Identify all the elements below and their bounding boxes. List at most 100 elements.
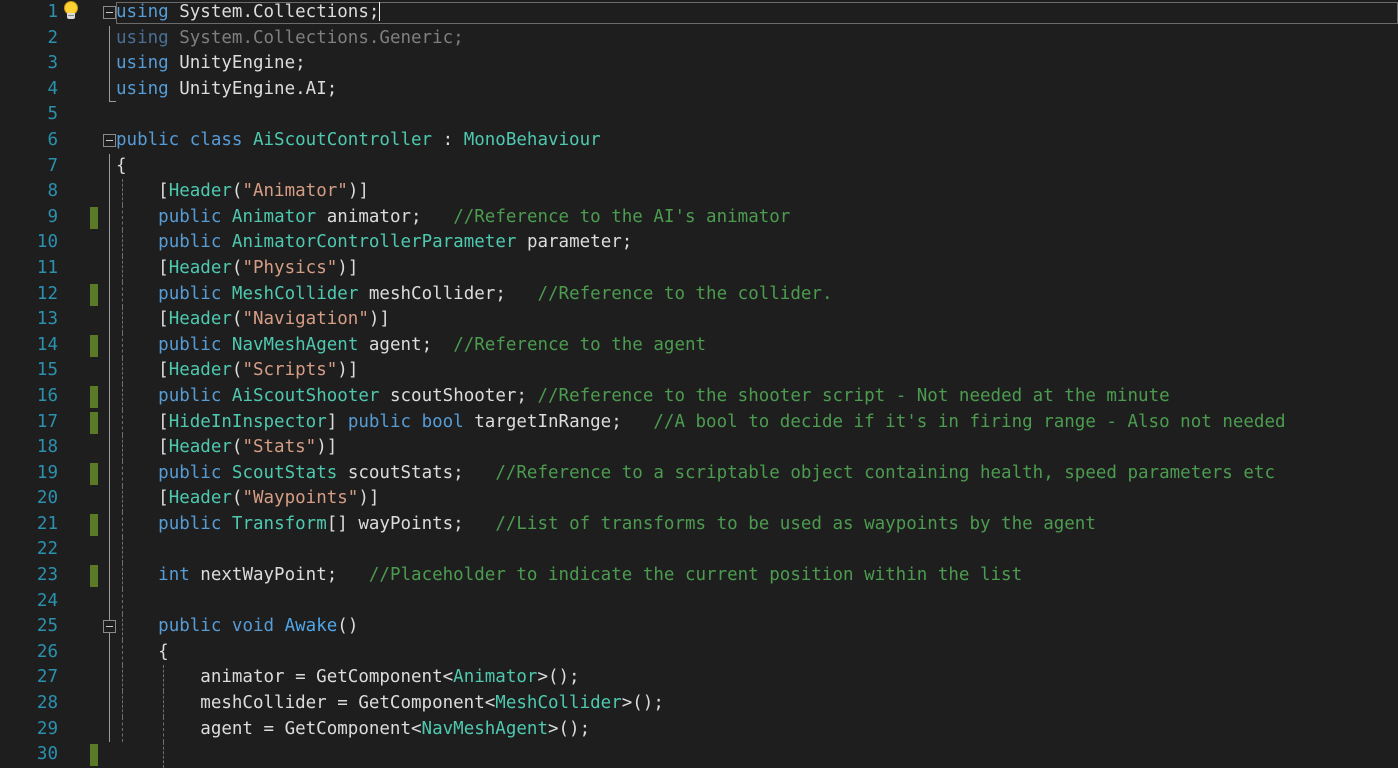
code-line[interactable]: 15 [Header("Scripts")] bbox=[0, 358, 1398, 384]
line-number: 5 bbox=[47, 104, 58, 125]
code-line[interactable]: 12 public MeshCollider meshCollider; //R… bbox=[0, 281, 1398, 308]
lightbulb-icon[interactable] bbox=[62, 2, 80, 23]
code-line[interactable]: 2 using System.Collections.Generic; bbox=[0, 25, 1398, 52]
code-line[interactable]: 5 bbox=[0, 102, 1398, 128]
code-text[interactable]: public AiScoutShooter scoutShooter; //Re… bbox=[116, 384, 1170, 410]
code-text[interactable]: [HideInInspector] public bool targetInRa… bbox=[116, 410, 1285, 436]
token-id bbox=[116, 565, 158, 585]
code-line[interactable]: 10 public AnimatorControllerParameter pa… bbox=[0, 230, 1398, 256]
code-editor[interactable]: 1 using System.Collections; 2 using System.… bbox=[0, 0, 1398, 768]
token-punct: [ bbox=[116, 257, 169, 278]
code-text[interactable]: using System.Collections; bbox=[116, 0, 381, 26]
code-line[interactable]: 9 public Animator animator; //Reference … bbox=[0, 204, 1398, 231]
code-line[interactable]: 6 public class AiScoutController : MonoBe… bbox=[0, 128, 1398, 154]
token-id: >(); bbox=[547, 718, 591, 739]
fold-scope-line bbox=[109, 25, 110, 52]
token-type: Header bbox=[168, 488, 232, 509]
token-type: Header bbox=[168, 257, 232, 278]
code-line[interactable]: 21 public Transform[] wayPoints; //List … bbox=[0, 511, 1398, 538]
token-kw: using bbox=[116, 2, 169, 22]
fold-scope-line bbox=[109, 383, 110, 410]
fold-scope-line bbox=[109, 204, 110, 231]
token-punct: )] bbox=[337, 360, 359, 381]
token-punct: [ bbox=[116, 181, 169, 202]
code-line[interactable]: 14 public NavMeshAgent agent; //Referenc… bbox=[0, 332, 1398, 359]
token-type: Header bbox=[168, 309, 232, 330]
code-line[interactable]: 29 agent = GetComponent<NavMeshAgent>(); bbox=[0, 716, 1398, 743]
fold-scope-line bbox=[109, 460, 110, 487]
line-number: 10 bbox=[36, 232, 58, 253]
collapse-minus-icon[interactable] bbox=[103, 620, 116, 634]
code-text[interactable]: agent = GetComponent<NavMeshAgent>(); bbox=[116, 717, 590, 743]
code-line[interactable]: 4 using UnityEngine.AI; bbox=[0, 76, 1398, 103]
token-type: Transform bbox=[231, 513, 327, 534]
fold-scope-line bbox=[109, 563, 110, 589]
token-id: animator = GetComponent< bbox=[116, 667, 454, 688]
code-text[interactable]: using System.Collections.Generic; bbox=[116, 26, 464, 52]
code-text[interactable]: int nextWayPoint; //Placeholder to indic… bbox=[116, 563, 1022, 589]
code-text[interactable]: [Header("Navigation")] bbox=[116, 307, 390, 333]
code-line[interactable]: 22 bbox=[0, 537, 1398, 564]
code-line[interactable]: 8 [Header("Animator")] bbox=[0, 179, 1398, 205]
code-text[interactable]: [Header("Scripts")] bbox=[116, 358, 358, 384]
token-id: agent; bbox=[358, 334, 454, 355]
code-text[interactable]: animator = GetComponent<Animator>(); bbox=[116, 665, 579, 691]
code-line[interactable]: 19 public ScoutStats scoutStats; //Refer… bbox=[0, 460, 1398, 487]
code-text[interactable]: public class AiScoutController : MonoBeh… bbox=[116, 128, 601, 154]
code-text[interactable]: public void Awake() bbox=[116, 614, 358, 640]
code-text[interactable]: using UnityEngine; bbox=[116, 51, 306, 77]
token-id: UnityEngine; bbox=[168, 53, 306, 74]
code-line[interactable]: 3 using UnityEngine; bbox=[0, 51, 1398, 77]
code-line[interactable]: 24 bbox=[0, 588, 1398, 615]
token-id: scoutShooter; bbox=[379, 385, 538, 406]
token-punct: ( bbox=[231, 257, 243, 278]
code-line[interactable]: 26 { bbox=[0, 639, 1398, 666]
line-number: 8 bbox=[47, 181, 58, 202]
code-text[interactable]: public Animator animator; //Reference to… bbox=[116, 205, 790, 231]
collapse-minus-icon[interactable] bbox=[103, 133, 116, 147]
code-text[interactable]: [Header("Stats")] bbox=[116, 435, 337, 461]
code-line[interactable]: 25 public void Awake() bbox=[0, 614, 1398, 640]
code-text[interactable]: [Header("Physics")] bbox=[116, 256, 358, 282]
code-text[interactable]: public NavMeshAgent agent; //Reference t… bbox=[116, 333, 706, 359]
code-line[interactable]: 27 animator = GetComponent<Animator>(); bbox=[0, 665, 1398, 692]
code-text[interactable]: public MeshCollider meshCollider; //Refe… bbox=[116, 282, 832, 308]
collapse-minus-icon[interactable] bbox=[103, 6, 116, 19]
token-kw: public bbox=[158, 462, 232, 483]
code-text[interactable]: public ScoutStats scoutStats; //Referenc… bbox=[116, 461, 1275, 487]
code-line[interactable]: 16 public AiScoutShooter scoutShooter; /… bbox=[0, 383, 1398, 410]
indent-guide bbox=[122, 588, 123, 615]
code-text[interactable]: public AnimatorControllerParameter param… bbox=[116, 230, 632, 256]
token-punct: )] bbox=[368, 309, 390, 330]
code-text[interactable]: [Header("Waypoints")] bbox=[116, 486, 379, 512]
code-line[interactable]: 17 [HideInInspector] public bool targetI… bbox=[0, 409, 1398, 436]
code-line[interactable]: 7{ bbox=[0, 153, 1398, 180]
code-text[interactable]: meshCollider = GetComponent<MeshCollider… bbox=[116, 691, 664, 717]
code-line[interactable]: 1 using System.Collections; bbox=[0, 0, 1398, 26]
token-cmt: //Reference to the shooter script - Not … bbox=[537, 385, 1170, 406]
line-number: 27 bbox=[36, 667, 58, 688]
fold-scope-line bbox=[109, 255, 110, 282]
code-text[interactable]: public Transform[] wayPoints; //List of … bbox=[116, 512, 1096, 538]
token-punct: ( bbox=[231, 309, 243, 330]
code-line[interactable]: 13 [Header("Navigation")] bbox=[0, 307, 1398, 333]
fold-scope-line bbox=[109, 179, 110, 205]
code-line[interactable]: 11 [Header("Physics")] bbox=[0, 255, 1398, 282]
token-kw: public class bbox=[116, 129, 253, 150]
code-text[interactable]: using UnityEngine.AI; bbox=[116, 77, 337, 103]
code-line[interactable]: 18 [Header("Stats")] bbox=[0, 435, 1398, 461]
code-text[interactable]: { bbox=[116, 640, 169, 666]
fold-scope-line bbox=[109, 76, 116, 103]
token-punct: [ bbox=[116, 411, 169, 432]
line-number: 29 bbox=[36, 718, 58, 739]
token-cmt: //List of transforms to be used as waypo… bbox=[495, 513, 1096, 534]
code-line[interactable]: 28 meshCollider = GetComponent<MeshColli… bbox=[0, 691, 1398, 717]
code-text[interactable]: { bbox=[116, 154, 127, 180]
token-dim: System.Collections.Generic; bbox=[168, 27, 464, 48]
line-number: 30 bbox=[36, 744, 58, 765]
token-punct: ( bbox=[231, 181, 243, 202]
code-text[interactable]: [Header("Animator")] bbox=[116, 179, 369, 205]
code-line[interactable]: 30 bbox=[0, 742, 1398, 768]
code-line[interactable]: 23 int nextWayPoint; //Placeholder to in… bbox=[0, 563, 1398, 589]
code-line[interactable]: 20 [Header("Waypoints")] bbox=[0, 486, 1398, 512]
